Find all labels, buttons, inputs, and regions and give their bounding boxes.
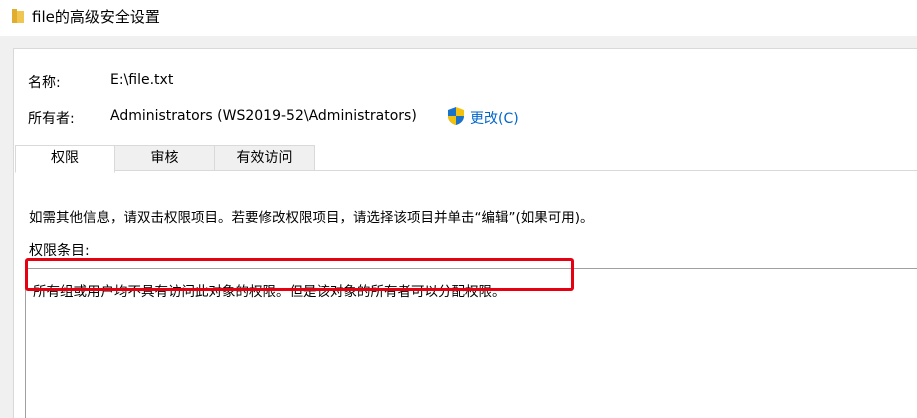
owner-label: 所有者: [28,111,75,127]
empty-permissions-message: 所有组或用户均不具有访问此对象的权限。但是该对象的所有者可以分配权限。 [33,284,506,300]
tab-auditing[interactable]: 审核 [114,145,215,171]
permissions-tab-content: 如需其他信息，请双击权限项目。若要修改权限项目，请选择该项目并单击“编辑”(如果… [15,171,917,418]
permissions-info-text: 如需其他信息，请双击权限项目。若要修改权限项目，请选择该项目并单击“编辑”(如果… [29,210,594,226]
name-value: E:\file.txt [110,72,174,88]
name-label: 名称: [28,75,61,91]
folder-icon [12,9,24,23]
title-bar[interactable]: file的高级安全设置 [0,0,917,36]
tab-permissions[interactable]: 权限 [15,145,115,173]
change-owner-link[interactable]: 更改(C) [470,108,519,128]
permission-entries-list[interactable]: 所有组或用户均不具有访问此对象的权限。但是该对象的所有者可以分配权限。 [25,268,917,418]
advanced-security-window: file的高级安全设置 名称: E:\file.txt 所有者: Adminis… [0,0,917,418]
window-title: file的高级安全设置 [32,8,160,26]
owner-value: Administrators (WS2019-52\Administrators… [110,108,417,124]
settings-panel: 名称: E:\file.txt 所有者: Administrators (WS2… [13,48,917,418]
uac-shield-icon [448,107,464,125]
dialog-client-area: 名称: E:\file.txt 所有者: Administrators (WS2… [0,36,917,418]
permission-entries-label: 权限条目: [29,243,90,259]
tab-effective-access[interactable]: 有效访问 [214,145,315,171]
